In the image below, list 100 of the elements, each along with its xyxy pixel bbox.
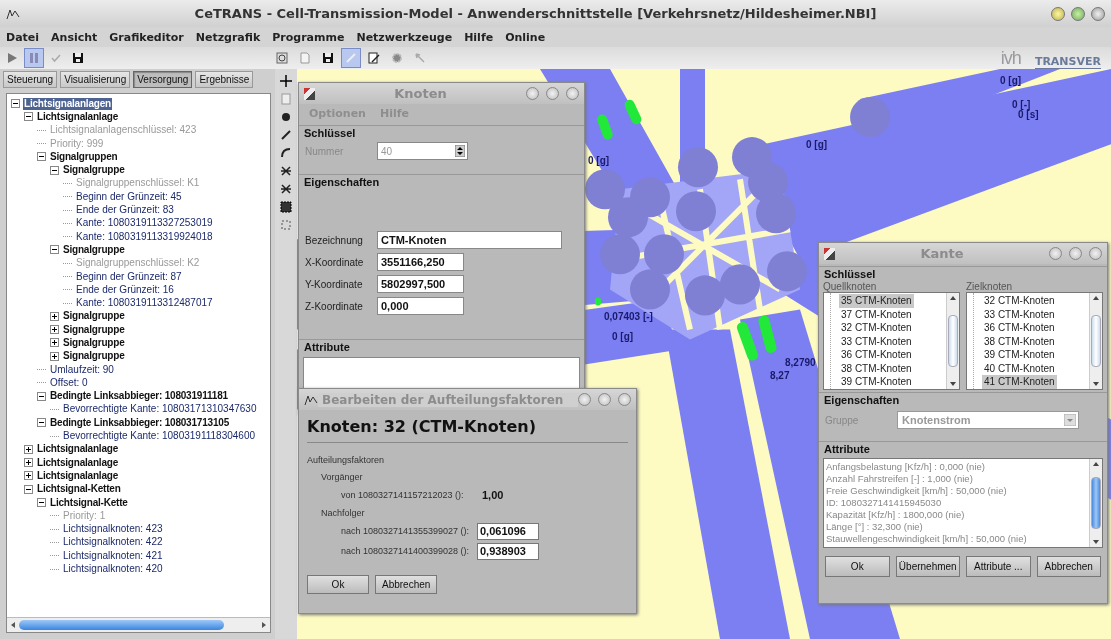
tree-item[interactable]: Offset: 0 [49, 376, 89, 389]
list-item[interactable]: 32 CTM-Knoten [982, 294, 1057, 308]
tree-item[interactable]: Signalgruppe [62, 350, 126, 363]
menu-item[interactable]: Ansicht [51, 30, 98, 44]
tree-item[interactable]: Lichtsignalknoten: 420 [62, 563, 164, 576]
link-tool-icon[interactable] [280, 129, 292, 141]
list-item[interactable]: 33 CTM-Knoten [839, 334, 914, 348]
maximize-button[interactable] [598, 393, 611, 406]
menu-item[interactable]: Programme [272, 30, 345, 44]
list-item[interactable]: 41 CTM-Knoten [982, 375, 1057, 389]
tree-item[interactable]: Signalgruppe [62, 337, 126, 349]
text-field[interactable]: 5802997,500 [377, 275, 464, 293]
maximize-button[interactable] [546, 87, 559, 100]
tree-item[interactable]: Lichtsignalknoten: 422 [62, 536, 164, 549]
dialog-button[interactable]: Übernehmen [895, 556, 960, 577]
horizontal-scrollbar[interactable] [7, 617, 270, 632]
list-item[interactable]: 33 CTM-Knoten [982, 307, 1057, 321]
list-item[interactable]: 37 CTM-Knoten [839, 307, 914, 321]
tree-item[interactable]: Bedingte Linksabbieger: 108031713105 [49, 416, 230, 429]
factor-field[interactable]: 0,938903 [477, 542, 539, 560]
vertical-scrollbar[interactable] [1089, 459, 1102, 547]
node-tool-icon[interactable] [280, 111, 292, 123]
maximize-button[interactable] [1071, 6, 1085, 21]
tree-item[interactable]: Lichtsignalanlage [36, 456, 120, 469]
dialog-button[interactable]: Abbrechen [375, 575, 438, 594]
tab[interactable]: Visualisierung [60, 71, 131, 88]
toggle-icon[interactable] [37, 152, 46, 162]
tree-item[interactable]: Bevorrechtigte Kante: 10803191118304600 [62, 430, 256, 443]
tab[interactable]: Versorgung [133, 71, 193, 88]
toggle-icon[interactable] [50, 338, 59, 348]
list-item[interactable]: 35 CTM-Knoten [839, 294, 914, 308]
tree-item[interactable]: Lichtsignal-Kette [49, 496, 129, 509]
close-button[interactable] [1091, 6, 1105, 21]
toggle-icon[interactable] [37, 418, 46, 428]
toggle-icon[interactable] [50, 325, 59, 335]
tree-item[interactable]: Kante: 1080319113312487017 [75, 297, 214, 310]
tree-item[interactable]: Signalgruppen [49, 150, 119, 163]
list-item[interactable]: 38 CTM-Knoten [839, 361, 914, 375]
toggle-icon[interactable] [37, 498, 46, 508]
list-item[interactable]: 36 CTM-Knoten [982, 321, 1057, 335]
toggle-icon[interactable] [24, 458, 33, 468]
tree-item[interactable]: Umlaufzeit: 90 [49, 363, 115, 376]
tree-item[interactable]: Lichtsignalanlagen [23, 97, 112, 110]
grid-tool-icon[interactable] [280, 201, 292, 213]
tree-item[interactable]: Lichtsignalknoten: 421 [62, 549, 164, 562]
dialog-button[interactable]: Ok [307, 575, 369, 594]
dialog-button[interactable]: Ok [825, 556, 890, 577]
curve-tool-icon[interactable] [280, 147, 292, 159]
menu-item[interactable]: Netzgrafik [195, 30, 261, 44]
list-item[interactable]: 38 CTM-Knoten [982, 334, 1057, 348]
close-button[interactable] [566, 87, 579, 100]
list-item[interactable]: 39 CTM-Knoten [982, 348, 1057, 362]
minimize-button[interactable] [1051, 6, 1065, 21]
tree-item[interactable]: Bevorrechtigte Kante: 10803171310347630 [62, 403, 258, 416]
plus-tool-icon[interactable] [280, 75, 292, 87]
toggle-icon[interactable] [24, 444, 33, 454]
tree-item[interactable]: Lichtsignalanlage [36, 469, 120, 482]
toggle-icon[interactable] [50, 245, 59, 255]
tab[interactable]: Steuerung [3, 71, 58, 88]
cross-tool-icon[interactable] [280, 183, 292, 195]
text-field[interactable]: 0,000 [377, 297, 464, 315]
tree-item[interactable]: Signalgruppe [62, 310, 126, 323]
dialog-button[interactable]: Attribute ... [966, 556, 1031, 577]
tree-item[interactable]: Bedingte Linksabbieger: 108031911181 [49, 390, 229, 403]
list-item[interactable]: 39 CTM-Knoten [839, 375, 914, 389]
attribute-list[interactable] [823, 458, 1103, 548]
tree-item[interactable]: Ende der Grünzeit: 83 [75, 204, 175, 216]
vertical-scrollbar[interactable] [946, 293, 959, 389]
toggle-icon[interactable] [37, 391, 46, 401]
tree-item[interactable]: Kante: 1080319113327253019 [75, 217, 214, 230]
tree-item[interactable]: Signalgruppe [62, 164, 126, 177]
menu-item[interactable]: Datei [6, 30, 40, 44]
tab[interactable]: Ergebnisse [195, 71, 254, 88]
tree-item[interactable]: Signalgruppe [62, 323, 126, 336]
tree-item[interactable]: Beginn der Grünzeit: 45 [75, 190, 183, 203]
cross-tool-icon[interactable] [280, 165, 292, 177]
list-item[interactable]: 36 CTM-Knoten [839, 348, 914, 362]
menu-item[interactable]: Grafikeditor [109, 30, 184, 44]
minimize-button[interactable] [578, 393, 591, 406]
toggle-icon[interactable] [24, 484, 33, 494]
tree-item[interactable]: Lichtsignalanlage [36, 110, 120, 123]
menu-item[interactable]: Online [505, 30, 546, 44]
vertical-scrollbar[interactable] [1089, 293, 1102, 389]
tree-item[interactable]: Lichtsignalknoten: 423 [62, 523, 164, 536]
toggle-icon[interactable] [24, 471, 33, 481]
menu-item[interactable]: Hilfe [464, 30, 494, 44]
toggle-icon[interactable] [50, 351, 59, 361]
maximize-button[interactable] [1069, 247, 1082, 260]
list-item[interactable]: 32 CTM-Knoten [839, 321, 914, 335]
toggle-icon[interactable] [11, 99, 20, 109]
dialog-button[interactable]: Abbrechen [1036, 556, 1101, 577]
tree-item[interactable]: Ende der Grünzeit: 16 [75, 283, 175, 296]
close-button[interactable] [1089, 247, 1102, 260]
list-item[interactable]: 40 CTM-Knoten [982, 361, 1057, 375]
minimize-button[interactable] [1049, 247, 1062, 260]
menu-item[interactable]: Netzwerkzeuge [356, 30, 453, 44]
tree-item[interactable]: Kante: 1080319113319924018 [75, 230, 214, 243]
text-field[interactable]: 3551166,250 [377, 253, 464, 271]
tree-item[interactable]: Beginn der Grünzeit: 87 [75, 270, 183, 283]
text-field[interactable]: CTM-Knoten [377, 231, 562, 249]
